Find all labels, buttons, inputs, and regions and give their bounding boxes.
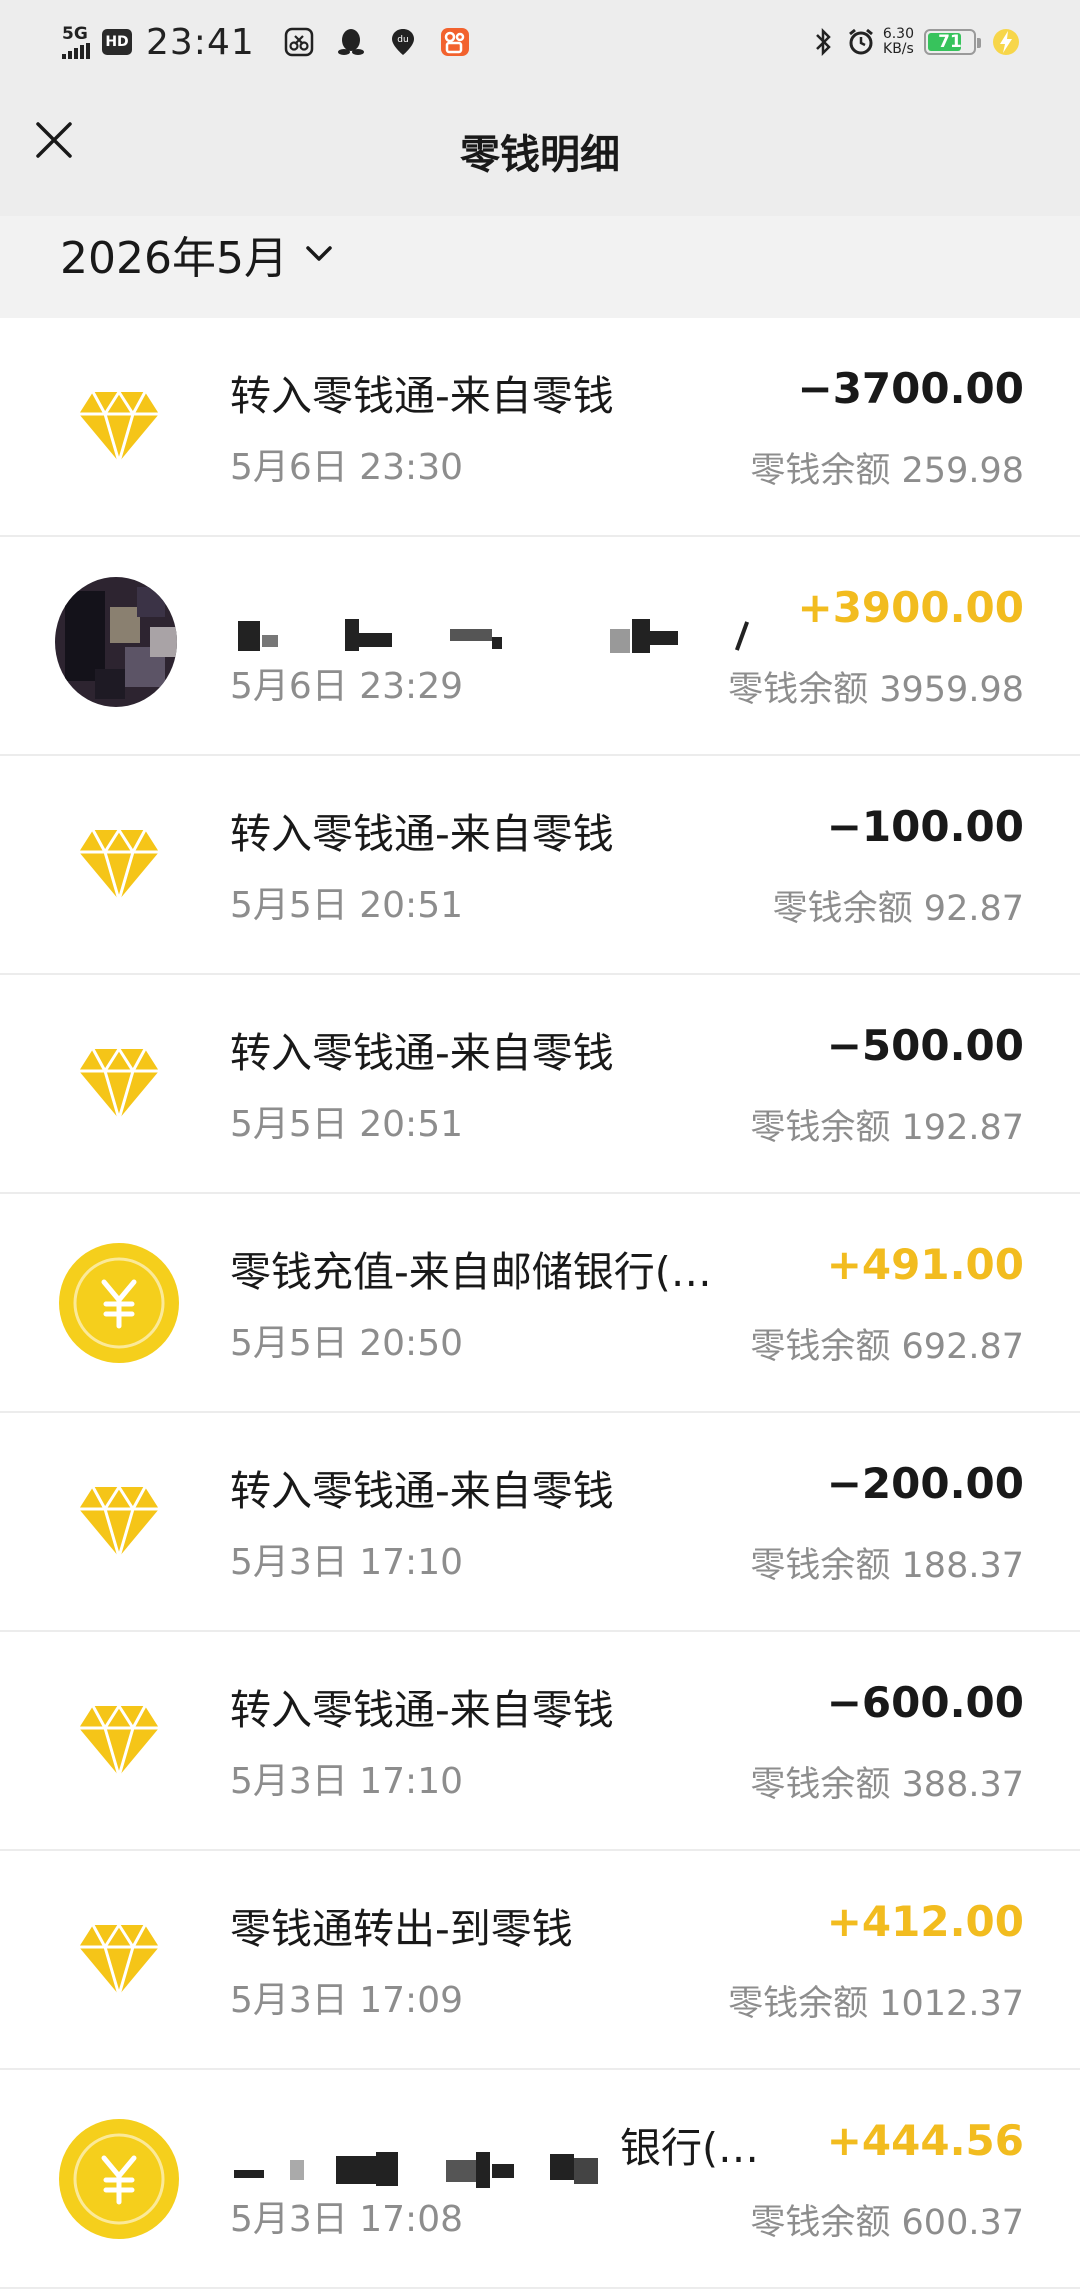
alarm-clock-icon — [845, 26, 877, 58]
transaction-title: 转入零钱通-来自零钱 — [230, 372, 614, 420]
transaction-date: 5月3日 17:10 — [230, 1542, 463, 1583]
transaction-row[interactable]: 零钱充值-来自邮储银行(… 5月5日 20:50 +491.00 零钱余额 69… — [0, 1194, 1080, 1413]
status-bar: 5G HD 23:41 du 6.30 KB/s 71 — [0, 0, 1080, 82]
transaction-balance: 零钱余额 600.37 — [750, 2203, 1024, 2243]
transaction-date: 5月5日 20:50 — [230, 1323, 463, 1364]
map-pin-icon: du — [387, 26, 419, 58]
svg-text:du: du — [397, 35, 408, 45]
transaction-amount: +491.00 — [826, 1240, 1024, 1289]
transaction-title: 银行(… — [620, 2124, 759, 2172]
transaction-amount: −200.00 — [826, 1459, 1024, 1508]
diamond-icon — [58, 804, 180, 926]
avatar — [55, 577, 177, 707]
transaction-balance: 零钱余额 1012.37 — [728, 1984, 1024, 2024]
transaction-row[interactable]: 转入零钱通-来自零钱 5月5日 20:51 −100.00 零钱余额 92.87 — [0, 756, 1080, 975]
yuan-coin-icon — [58, 2118, 180, 2240]
transaction-date: 5月3日 17:08 — [230, 2199, 463, 2240]
redacted-name — [230, 615, 770, 655]
transaction-row[interactable]: 转入零钱通-来自零钱 5月3日 17:10 −600.00 零钱余额 388.3… — [0, 1632, 1080, 1851]
diamond-icon — [58, 1023, 180, 1145]
redacted-name — [230, 2148, 620, 2188]
month-selector[interactable]: 2026年5月 — [60, 222, 334, 286]
transaction-date: 5月3日 17:10 — [230, 1761, 463, 1802]
transaction-date: 5月6日 23:29 — [230, 666, 463, 707]
transaction-row[interactable]: 转入零钱通-来自零钱 5月5日 20:51 −500.00 零钱余额 192.8… — [0, 975, 1080, 1194]
transaction-amount: −500.00 — [826, 1021, 1024, 1070]
transaction-title: 零钱通转出-到零钱 — [230, 1905, 573, 1953]
transaction-date: 5月6日 23:30 — [230, 447, 463, 488]
scissors-app-icon — [283, 26, 315, 58]
diamond-icon — [58, 1680, 180, 1802]
transaction-title: 转入零钱通-来自零钱 — [230, 1029, 614, 1077]
transaction-amount: −600.00 — [826, 1678, 1024, 1727]
battery-icon: 71 — [924, 29, 981, 55]
signal-bars-icon — [62, 42, 90, 59]
yuan-coin-icon — [58, 1242, 180, 1364]
diamond-icon — [58, 1461, 180, 1583]
transaction-title: 转入零钱通-来自零钱 — [230, 1686, 614, 1734]
month-filter-bar: 2026年5月 — [0, 216, 1080, 318]
status-right: 6.30 KB/s 71 — [807, 20, 1022, 64]
transaction-title: 转入零钱通-来自零钱 — [230, 1467, 614, 1515]
status-left: 5G HD 23:41 du — [62, 20, 491, 64]
transaction-balance: 零钱余额 692.87 — [750, 1327, 1024, 1367]
signal-indicator: 5G — [62, 23, 90, 59]
qq-penguin-icon — [335, 26, 367, 58]
transaction-balance: 零钱余额 3959.98 — [728, 670, 1024, 710]
transaction-balance: 零钱余额 92.87 — [772, 889, 1024, 929]
transaction-title: 零钱充值-来自邮储银行(… — [230, 1248, 712, 1296]
transaction-row[interactable]: 5月6日 23:29 +3900.00 零钱余额 3959.98 — [0, 537, 1080, 756]
transaction-amount: −3700.00 — [797, 364, 1025, 413]
page-title: 零钱明细 — [460, 132, 620, 178]
diamond-icon — [58, 1899, 180, 2021]
nav-bar: 零钱明细 — [0, 82, 1080, 216]
transaction-amount: +3900.00 — [797, 583, 1025, 632]
month-label: 2026年5月 — [60, 233, 288, 284]
clock: 23:41 — [146, 21, 255, 63]
transaction-balance: 零钱余额 192.87 — [750, 1108, 1024, 1148]
transaction-date: 5月3日 17:09 — [230, 1980, 463, 2021]
bluetooth-icon — [807, 26, 839, 58]
transaction-title: 转入零钱通-来自零钱 — [230, 810, 614, 858]
transaction-amount: −100.00 — [826, 802, 1024, 851]
transaction-balance: 零钱余额 388.37 — [750, 1765, 1024, 1805]
chevron-down-icon — [304, 243, 334, 265]
transaction-date: 5月5日 20:51 — [230, 885, 463, 926]
network-speed: 6.30 KB/s — [882, 26, 914, 57]
transaction-balance: 零钱余额 188.37 — [750, 1546, 1024, 1586]
transaction-row[interactable]: 银行(… 5月3日 17:08 +444.56 零钱余额 600.37 — [0, 2070, 1080, 2289]
diamond-icon — [58, 366, 180, 488]
network-type: 5G — [62, 23, 88, 44]
transaction-row[interactable]: 零钱通转出-到零钱 5月3日 17:09 +412.00 零钱余额 1012.3… — [0, 1851, 1080, 2070]
transaction-row[interactable]: 转入零钱通-来自零钱 5月3日 17:10 −200.00 零钱余额 188.3… — [0, 1413, 1080, 1632]
transaction-row[interactable]: 转入零钱通-来自零钱 5月6日 23:30 −3700.00 零钱余额 259.… — [0, 318, 1080, 537]
transaction-amount: +412.00 — [826, 1897, 1024, 1946]
battery-level: 71 — [938, 32, 962, 52]
charging-bolt-icon — [990, 26, 1022, 58]
kuaishou-app-icon — [439, 26, 471, 58]
hd-badge: HD — [102, 29, 132, 55]
transaction-list: 转入零钱通-来自零钱 5月6日 23:30 −3700.00 零钱余额 259.… — [0, 318, 1080, 2289]
transaction-amount: +444.56 — [826, 2116, 1024, 2165]
transaction-date: 5月5日 20:51 — [230, 1104, 463, 1145]
transaction-balance: 零钱余额 259.98 — [750, 451, 1024, 491]
